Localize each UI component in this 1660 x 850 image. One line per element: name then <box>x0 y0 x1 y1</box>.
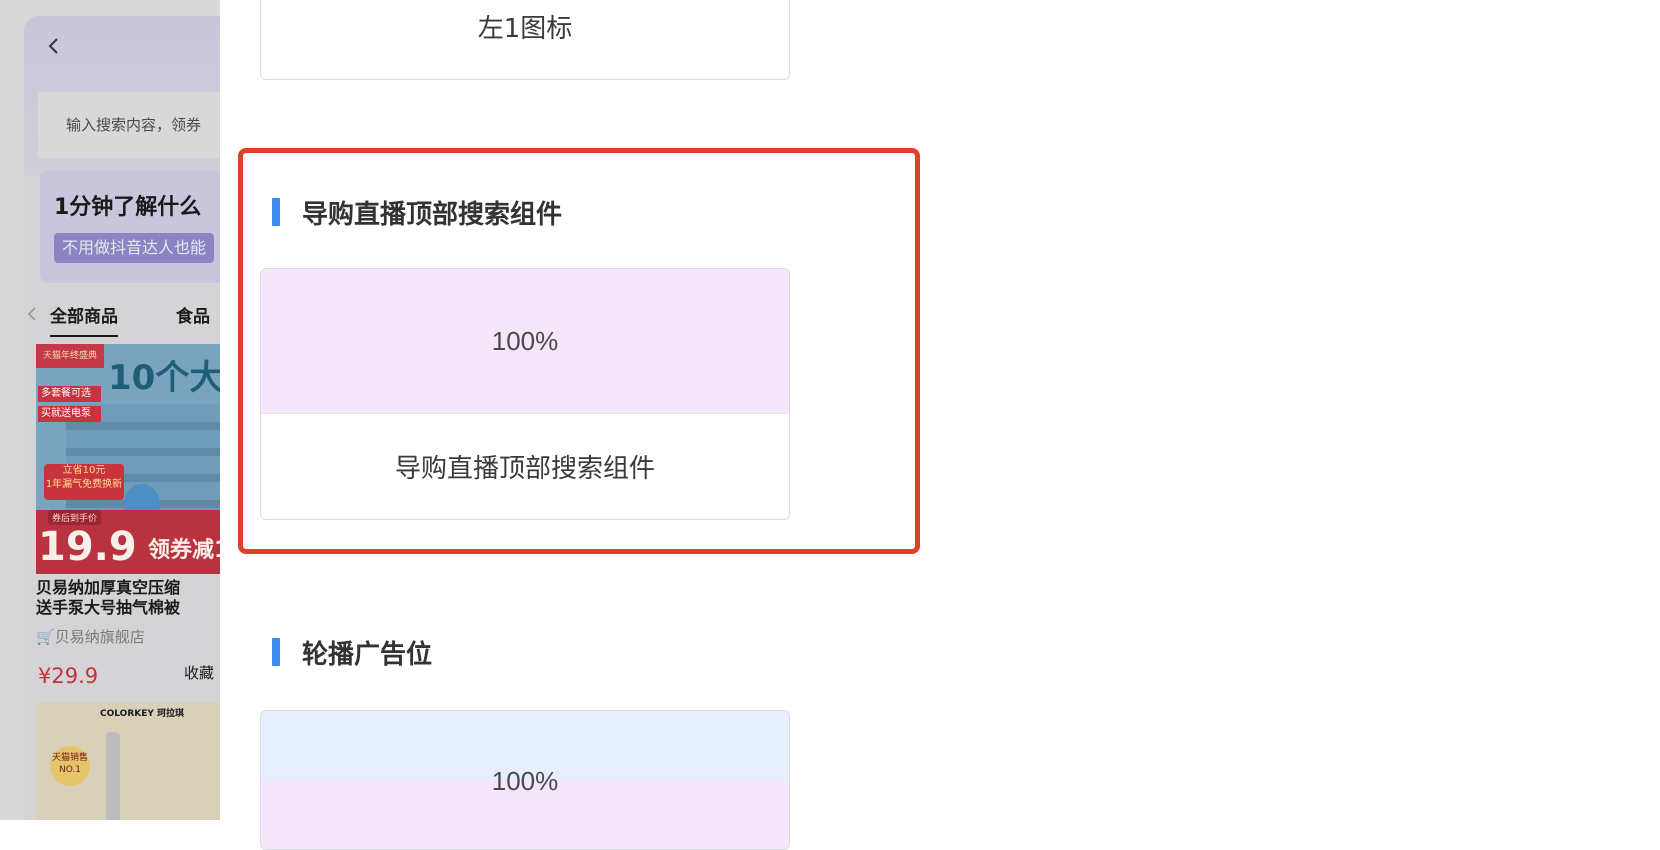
product-price-band: 券后到手价 19.9 领券减1 <box>36 510 220 574</box>
product-medal: 天猫销售 NO.1 <box>50 746 90 786</box>
section-title: 轮播广告位 <box>272 636 433 670</box>
product-name[interactable]: 贝易纳加厚真空压缩 送手泵大号抽气棉被 <box>36 578 220 618</box>
product-price: ¥29.9 <box>38 664 99 688</box>
component-card-caption: 左1图标 <box>477 13 573 44</box>
product-tag: 多套餐可选 <box>38 386 101 402</box>
coupon-text: 领券减1 <box>148 538 220 563</box>
cart-icon: 🛒 <box>36 628 55 646</box>
component-card-left1-icon[interactable]: 左1图标 <box>260 0 790 80</box>
component-card-carousel-ad[interactable]: 100% <box>260 710 790 850</box>
product-tag: 买就送电泵 <box>38 406 101 422</box>
favorite-button[interactable]: 收藏 <box>184 662 214 683</box>
component-panel: 左1图标 导购直播顶部搜索组件 100% 导购直播顶部搜索组件 轮播广告位 10… <box>220 0 1660 850</box>
promo-banner[interactable]: 1分钟了解什么 不用做抖音达人也能 <box>40 171 220 283</box>
product-headline: 10个大 <box>108 358 220 398</box>
section-title-text: 轮播广告位 <box>302 639 433 670</box>
product-badge: 天猫年终盛典 <box>36 344 104 368</box>
shop-name-text: 贝易纳旗舰店 <box>54 628 145 646</box>
chevron-left-icon[interactable] <box>26 306 38 322</box>
lipstick-graphic <box>106 732 120 820</box>
shop-name[interactable]: 🛒贝易纳旗舰店 <box>36 626 145 647</box>
section-accent-bar <box>272 638 280 666</box>
after-coupon-label: 券后到手价 <box>48 510 102 525</box>
promo-title: 1分钟了解什么 <box>54 195 202 220</box>
product-big-price: 19.9 <box>38 524 137 570</box>
search-input[interactable]: 输入搜索内容，领券 <box>38 92 220 158</box>
component-thumbnail: 100% <box>261 711 789 849</box>
product-image[interactable]: COLORKEY 珂拉琪 天猫销售 NO.1 <box>36 702 220 820</box>
phone-preview: 输入搜索内容，领券 1分钟了解什么 不用做抖音达人也能 全部商品 食品 天猫年终… <box>0 0 220 820</box>
selection-highlight <box>238 148 920 554</box>
tab-all-products[interactable]: 全部商品 <box>50 302 118 337</box>
product-promo-flame: 立省10元 1年漏气免费换新 <box>44 464 124 500</box>
product-image[interactable]: 天猫年终盛典 10个大 多套餐可选 买就送电泵 立省10元 1年漏气免费换新 券… <box>36 344 220 574</box>
phone-screen: 输入搜索内容，领券 1分钟了解什么 不用做抖音达人也能 全部商品 食品 天猫年终… <box>24 16 220 820</box>
tab-food[interactable]: 食品 <box>176 302 210 327</box>
chevron-left-icon[interactable] <box>44 36 64 56</box>
product-brand: COLORKEY 珂拉琪 <box>100 709 185 719</box>
promo-subtitle: 不用做抖音达人也能 <box>54 233 215 263</box>
